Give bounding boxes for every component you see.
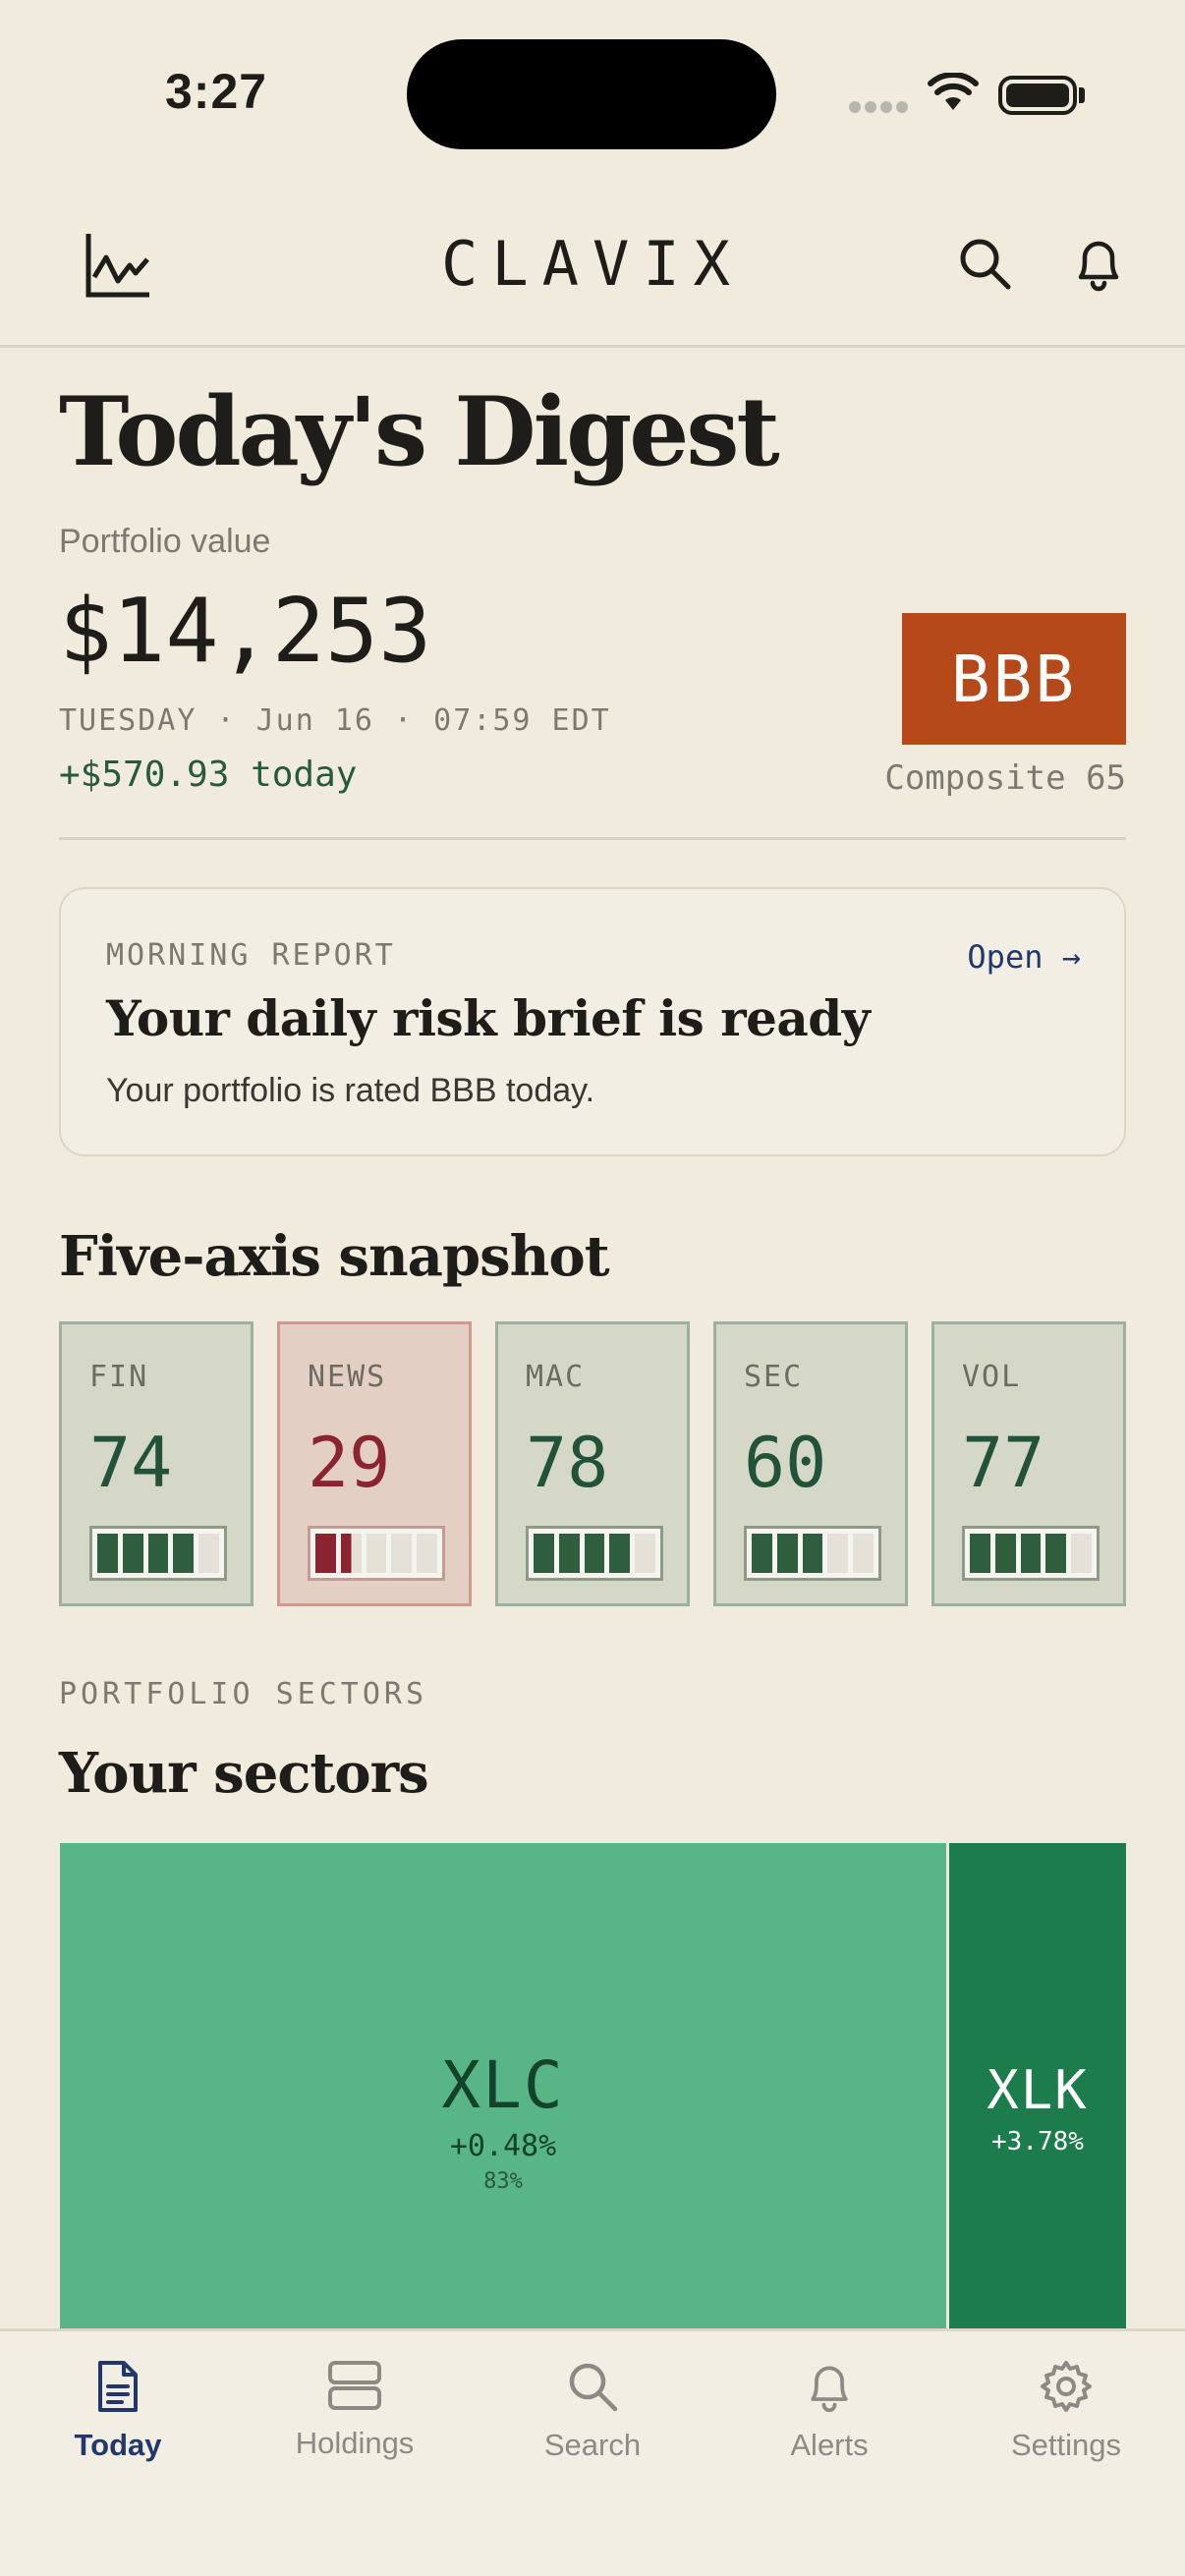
search-icon: [569, 2363, 618, 2412]
tab-label: Settings: [1010, 2428, 1121, 2462]
snapshot-title: Five-axis snapshot: [59, 1224, 610, 1289]
axis-card-sec[interactable]: SEC 60: [713, 1321, 908, 1606]
sector-symbol: XLK: [987, 2058, 1089, 2121]
report-open-link[interactable]: Open →: [967, 938, 1081, 976]
header-divider: [0, 345, 1185, 348]
axis-value: 60: [744, 1423, 827, 1503]
axis-value: 77: [962, 1423, 1045, 1503]
portfolio-change-today: +$570.93 today: [59, 755, 358, 795]
sector-change: +0.48%: [449, 2128, 557, 2163]
stack-icon: [328, 2361, 381, 2410]
report-text: Your portfolio is rated BBB today.: [106, 1072, 595, 1109]
cell-signal-icon: [849, 100, 912, 118]
axis-meter: [89, 1526, 227, 1581]
axis-label: VOL: [962, 1360, 1022, 1394]
sector-tile-xlc[interactable]: XLC +0.48% 83%: [60, 1843, 946, 2328]
portfolio-date: TUESDAY · Jun 16 · 07:59 EDT: [59, 703, 611, 738]
tab-search[interactable]: Search: [494, 2359, 691, 2463]
tab-settings[interactable]: Settings: [968, 2359, 1164, 2463]
page-title: Today's Digest: [59, 376, 780, 487]
tab-today[interactable]: Today: [20, 2359, 216, 2463]
axis-meter: [962, 1526, 1100, 1581]
axis-card-fin[interactable]: FIN 74: [59, 1321, 254, 1606]
axis-card-mac[interactable]: MAC 78: [495, 1321, 690, 1606]
sector-change: +3.78%: [991, 2126, 1084, 2156]
sector-weight: 83%: [483, 2168, 523, 2194]
dynamic-island: [407, 39, 776, 149]
section-divider: [59, 837, 1126, 840]
axis-meter: [526, 1526, 663, 1581]
portfolio-value-label: Portfolio value: [59, 523, 271, 560]
axis-meter: [744, 1526, 881, 1581]
tab-alerts[interactable]: Alerts: [731, 2359, 928, 2463]
tab-label: Alerts: [790, 2428, 869, 2462]
morning-report-card[interactable]: MORNING REPORT Open → Your daily risk br…: [59, 887, 1126, 1156]
axis-meter: [308, 1526, 445, 1581]
bell-icon: [811, 2366, 848, 2413]
report-kicker: MORNING REPORT: [106, 938, 396, 973]
status-time: 3:27: [165, 64, 268, 119]
search-icon[interactable]: [957, 236, 1012, 291]
bell-icon[interactable]: [1071, 234, 1126, 293]
sectors-kicker: PORTFOLIO SECTORS: [59, 1677, 428, 1711]
gear-icon: [1041, 2361, 1092, 2412]
composite-score: Composite 65: [884, 758, 1126, 798]
axis-label: MAC: [526, 1360, 586, 1394]
axis-card-news[interactable]: NEWS 29: [277, 1321, 472, 1606]
axis-label: NEWS: [308, 1360, 387, 1394]
axis-label: SEC: [744, 1360, 804, 1394]
tab-holdings[interactable]: Holdings: [256, 2359, 453, 2461]
battery-icon: [998, 76, 1077, 115]
tab-bar: Today Holdings Search Alerts Settings: [0, 2328, 1185, 2576]
axis-value: 78: [526, 1423, 609, 1503]
tab-label: Today: [74, 2428, 162, 2462]
axis-value: 74: [89, 1423, 173, 1503]
tab-label: Search: [543, 2428, 642, 2462]
sectors-title: Your sectors: [59, 1741, 429, 1806]
rating-badge[interactable]: BBB: [902, 613, 1126, 745]
tab-label: Holdings: [295, 2426, 415, 2460]
axis-value: 29: [308, 1423, 391, 1503]
report-title: Your daily risk brief is ready: [106, 989, 871, 1047]
axis-card-vol[interactable]: VOL 77: [931, 1321, 1126, 1606]
sector-tile-xlk[interactable]: XLK +3.78%: [949, 1843, 1126, 2328]
axis-label: FIN: [89, 1360, 149, 1394]
wifi-icon: [928, 73, 979, 110]
portfolio-value: $14,253: [59, 580, 432, 683]
sector-symbol: XLC: [441, 2046, 565, 2123]
battery-tip: [1079, 87, 1085, 103]
sector-treemap: XLC +0.48% 83% XLK +3.78%: [60, 1843, 1126, 2328]
document-icon: [98, 2361, 138, 2412]
